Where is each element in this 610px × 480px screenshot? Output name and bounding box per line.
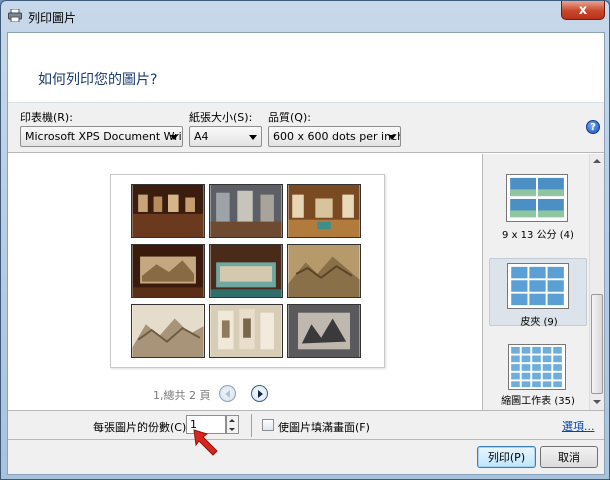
photo-thumbnail [209, 244, 283, 298]
scroll-down-icon[interactable] [593, 400, 601, 404]
layout-9-up-icon [507, 263, 569, 309]
previous-page-button[interactable] [219, 385, 236, 402]
help-icon[interactable]: ? [586, 120, 600, 134]
preview-page [110, 174, 385, 368]
layout-caption: 皮夾 (9) [520, 317, 558, 328]
page-title: 如何列印您的圖片? [38, 72, 158, 88]
layout-item-contact-sheet[interactable]: 縮圖工作表 (35) [489, 344, 587, 407]
header-band: 如何列印您的圖片? [8, 33, 604, 103]
arrow-left-icon [225, 389, 230, 398]
dialog-client: 如何列印您的圖片? 印表機(R): Microsoft XPS Document… [7, 32, 605, 475]
quality-value: 600 x 600 dots per inch [273, 130, 401, 143]
cancel-button[interactable]: 取消 [540, 446, 598, 468]
photo-thumbnail [131, 184, 205, 238]
layout-item-9x13[interactable]: 9 x 13 公分 (4) [489, 172, 587, 244]
chevron-down-icon [388, 135, 396, 140]
increment-icon[interactable] [229, 419, 235, 422]
copies-stepper[interactable] [226, 415, 239, 434]
photo-thumbnail [209, 184, 283, 238]
photo-thumbnail [287, 184, 361, 238]
arrow-right-icon [258, 389, 263, 398]
fit-picture-label[interactable]: 使圖片填滿畫面(F) [278, 419, 370, 435]
layout-4-up-icon [506, 174, 568, 222]
title-bar[interactable]: 列印圖片 x [1, 1, 609, 31]
button-row: 列印(P) 取消 [8, 440, 604, 474]
layout-caption: 縮圖工作表 (35) [501, 396, 575, 407]
print-pictures-window: 列印圖片 x 如何列印您的圖片? 印表機(R): Microsoft XPS D… [0, 0, 610, 480]
scrollbar-thumb[interactable] [591, 294, 603, 394]
close-button[interactable]: x [561, 1, 605, 20]
printer-label: 印表機(R): [20, 111, 73, 124]
photo-thumbnail [287, 304, 361, 358]
photo-thumbnail [287, 244, 361, 298]
printer-select-value: Microsoft XPS Document Writer [25, 130, 183, 143]
photo-thumbnail [131, 304, 205, 358]
copies-row: 每張圖片的份數(C): 1 使圖片填滿畫面(F) 選項... [8, 410, 604, 440]
options-link[interactable]: 選項... [562, 418, 595, 434]
paper-size-select[interactable]: A4 [189, 126, 262, 147]
layout-caption: 9 x 13 公分 (4) [502, 230, 574, 241]
chevron-down-icon [170, 135, 178, 140]
red-arrow-annotation-icon [193, 429, 218, 456]
layout-list: 9 x 13 公分 (4) 皮夾 (9) 縮圖工作表 (35) [482, 154, 604, 410]
options-row: 印表機(R): Microsoft XPS Document Writer 紙張… [8, 103, 604, 153]
photo-thumbnail [209, 304, 283, 358]
layout-scrollbar[interactable] [589, 154, 604, 410]
layout-item-wallet[interactable]: 皮夾 (9) [489, 258, 587, 328]
paper-size-value: A4 [194, 130, 209, 143]
page-counter: 1,總共 2 頁 [153, 389, 211, 402]
print-button-label: 列印(P) [487, 451, 526, 464]
layout-contact-sheet-icon [508, 344, 566, 390]
chevron-down-icon [249, 135, 257, 140]
quality-label: 品質(Q): [268, 111, 311, 124]
close-icon: x [578, 2, 588, 18]
printer-select[interactable]: Microsoft XPS Document Writer [20, 126, 183, 147]
window-title: 列印圖片 [28, 11, 77, 25]
paper-size-label: 紙張大小(S): [189, 111, 253, 124]
print-button[interactable]: 列印(P) [477, 446, 536, 468]
quality-select[interactable]: 600 x 600 dots per inch [268, 126, 401, 147]
fit-picture-checkbox[interactable] [262, 419, 274, 431]
photo-thumbnail [131, 244, 205, 298]
next-page-button[interactable] [251, 385, 268, 402]
divider [251, 414, 252, 437]
printer-icon [8, 9, 22, 22]
help-glyph: ? [590, 121, 596, 133]
cancel-button-label: 取消 [558, 451, 580, 464]
copies-label: 每張圖片的份數(C): [93, 421, 190, 434]
preview-pane: 1,總共 2 頁 [8, 154, 482, 410]
decrement-icon[interactable] [229, 428, 235, 431]
scroll-up-icon[interactable] [593, 159, 601, 163]
